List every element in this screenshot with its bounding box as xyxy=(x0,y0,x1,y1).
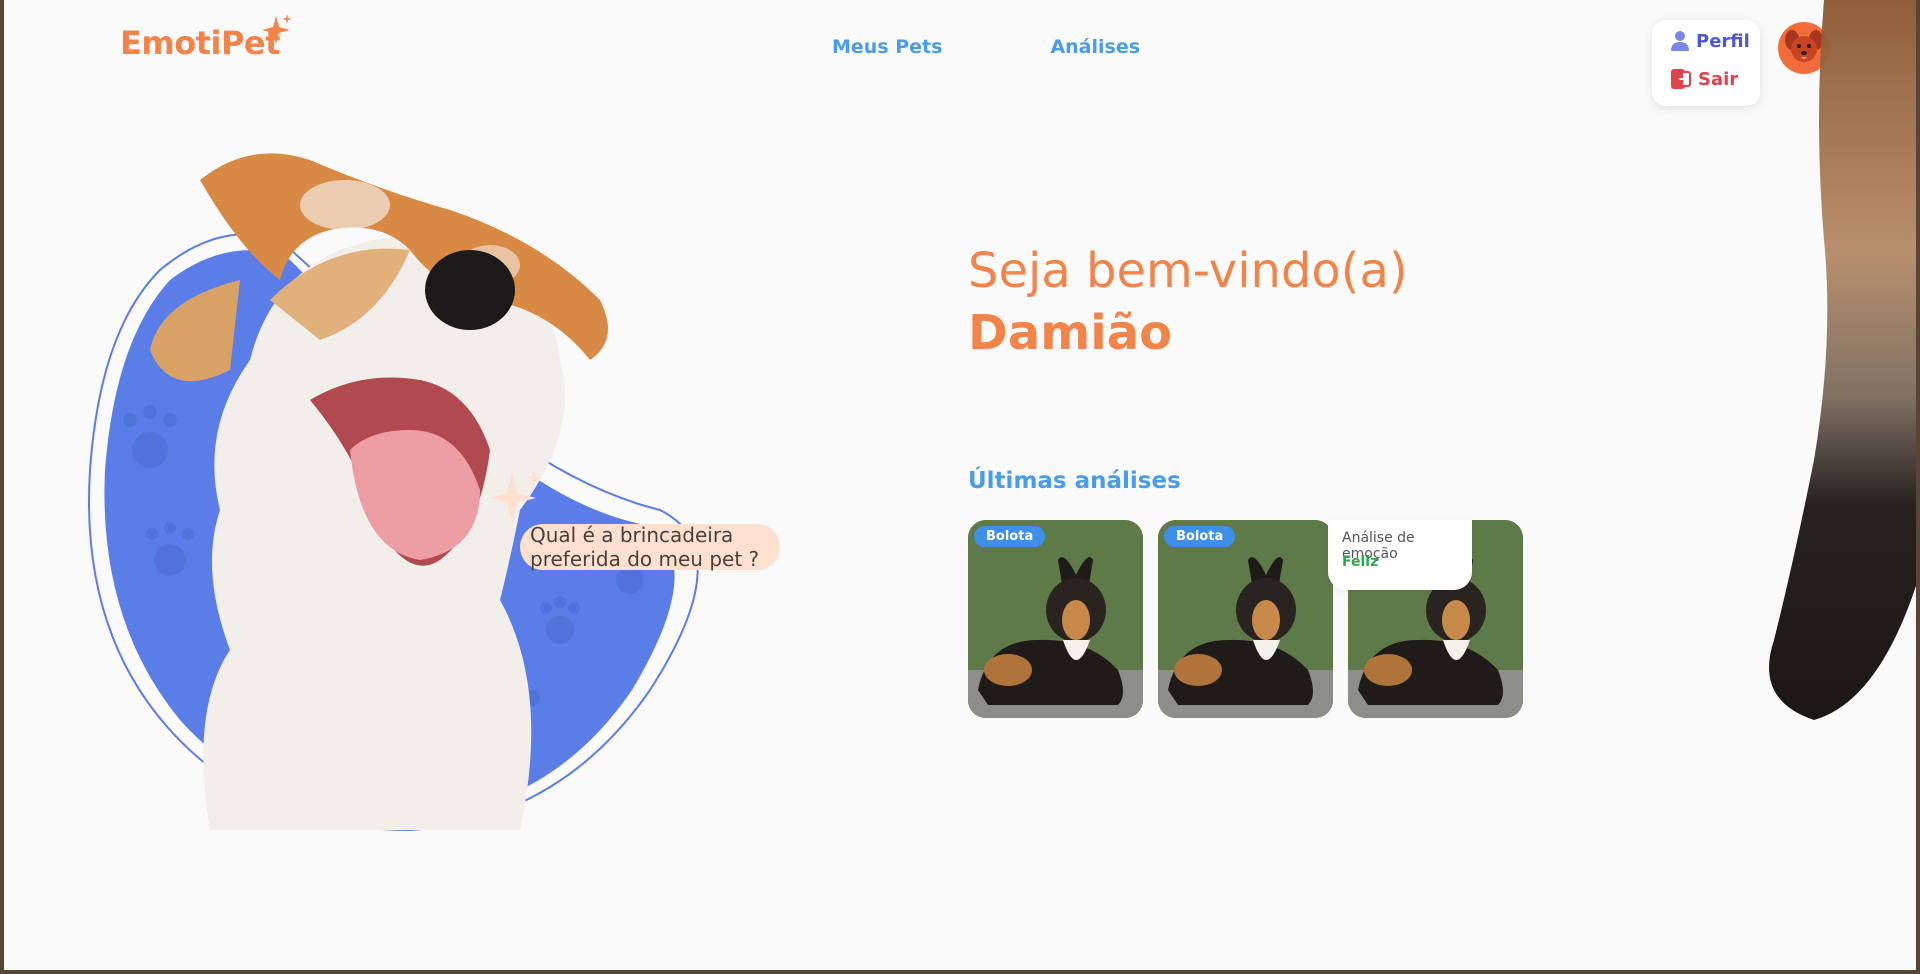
dog-with-mask-illustration xyxy=(88,153,699,832)
app-window: EmotiPet Meus Pets Análises Perfil Sair xyxy=(4,0,1916,970)
pet-name-badge: Bolota xyxy=(1164,526,1236,547)
user-name: Damião xyxy=(968,305,1173,361)
dog-photo xyxy=(1158,520,1333,718)
sparkle-icon xyxy=(262,14,292,44)
dog-photo xyxy=(968,520,1143,718)
main-nav: Meus Pets Análises xyxy=(832,36,1140,58)
section-title-analises: Últimas análises xyxy=(968,468,1181,494)
greeting-text: Seja bem-vindo(a) xyxy=(968,243,1408,299)
emotion-value: Feliz xyxy=(1342,554,1379,570)
analysis-card[interactable]: Bolota xyxy=(968,520,1143,718)
emotion-tooltip: Análise de emoção Feliz xyxy=(1328,520,1472,590)
analysis-card[interactable]: Bolota xyxy=(1158,520,1333,718)
pet-name-badge: Bolota xyxy=(974,526,1046,547)
nav-analises[interactable]: Análises xyxy=(1050,36,1140,58)
hero-illustration: Qual é a brincadeira preferida do meu pe… xyxy=(80,130,780,850)
nav-meus-pets[interactable]: Meus Pets xyxy=(832,36,942,58)
sparkle-icon-hero xyxy=(488,470,542,522)
question-bubble: Qual é a brincadeira preferida do meu pe… xyxy=(520,523,780,571)
brand-logo[interactable]: EmotiPet xyxy=(120,24,280,62)
fox-tail-illustration xyxy=(1769,0,1916,720)
welcome-heading: Seja bem-vindo(a) Damião xyxy=(968,240,1408,364)
